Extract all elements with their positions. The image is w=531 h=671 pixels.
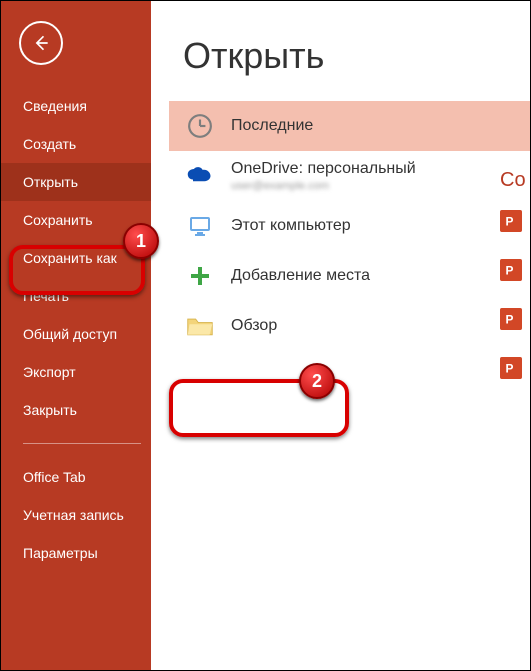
sidebar-item-account[interactable]: Учетная запись (1, 496, 151, 534)
location-thispc[interactable]: Этот компьютер (169, 201, 530, 251)
arrow-left-icon (31, 33, 51, 53)
sidebar-item-save[interactable]: Сохранить (1, 201, 151, 239)
location-label: Последние (231, 117, 313, 135)
location-label: OneDrive: персональный (231, 160, 416, 178)
clock-icon (183, 113, 217, 139)
backstage-view: Сведения Создать Открыть Сохранить Сохра… (0, 0, 531, 671)
sidebar-item-print[interactable]: Печать (1, 277, 151, 315)
svg-text:P: P (506, 264, 514, 278)
computer-icon (183, 214, 217, 238)
powerpoint-file-icon: P (500, 357, 522, 379)
sidebar-item-export[interactable]: Экспорт (1, 353, 151, 391)
powerpoint-file-icon: P (500, 259, 522, 281)
sidebar-divider (23, 443, 141, 444)
svg-text:P: P (506, 313, 514, 327)
location-list: Последние OneDrive: персональный user@ex… (169, 101, 530, 351)
location-label: Обзор (231, 317, 277, 335)
sidebar-item-share[interactable]: Общий доступ (1, 315, 151, 353)
recent-files-column: Со P P P P (500, 169, 530, 406)
powerpoint-file-icon: P (500, 210, 522, 232)
onedrive-icon (183, 167, 217, 185)
sidebar-item-open[interactable]: Открыть (1, 163, 151, 201)
location-browse[interactable]: Обзор (169, 301, 530, 351)
folder-icon (183, 315, 217, 337)
powerpoint-file-icon: P (500, 308, 522, 330)
sidebar-item-officetab[interactable]: Office Tab (1, 458, 151, 496)
sidebar-item-new[interactable]: Создать (1, 125, 151, 163)
svg-text:P: P (506, 362, 514, 376)
location-addplace[interactable]: Добавление места (169, 251, 530, 301)
page-title: Открыть (183, 35, 530, 77)
backstage-sidebar: Сведения Создать Открыть Сохранить Сохра… (1, 1, 151, 670)
location-label: Добавление места (231, 267, 370, 285)
onedrive-account: user@example.com (231, 180, 416, 192)
sidebar-item-saveas[interactable]: Сохранить как (1, 239, 151, 277)
open-panel: Открыть Последние OneDrive: персональный… (151, 1, 530, 670)
recent-header-fragment: Со (500, 169, 530, 192)
sidebar-item-close[interactable]: Закрыть (1, 391, 151, 429)
location-recent[interactable]: Последние (169, 101, 530, 151)
svg-text:P: P (506, 215, 514, 229)
sidebar-item-info[interactable]: Сведения (1, 87, 151, 125)
sidebar-item-options[interactable]: Параметры (1, 534, 151, 572)
location-label: Этот компьютер (231, 217, 351, 235)
location-onedrive[interactable]: OneDrive: персональный user@example.com (169, 151, 530, 201)
back-button[interactable] (19, 21, 63, 65)
plus-icon (183, 264, 217, 288)
